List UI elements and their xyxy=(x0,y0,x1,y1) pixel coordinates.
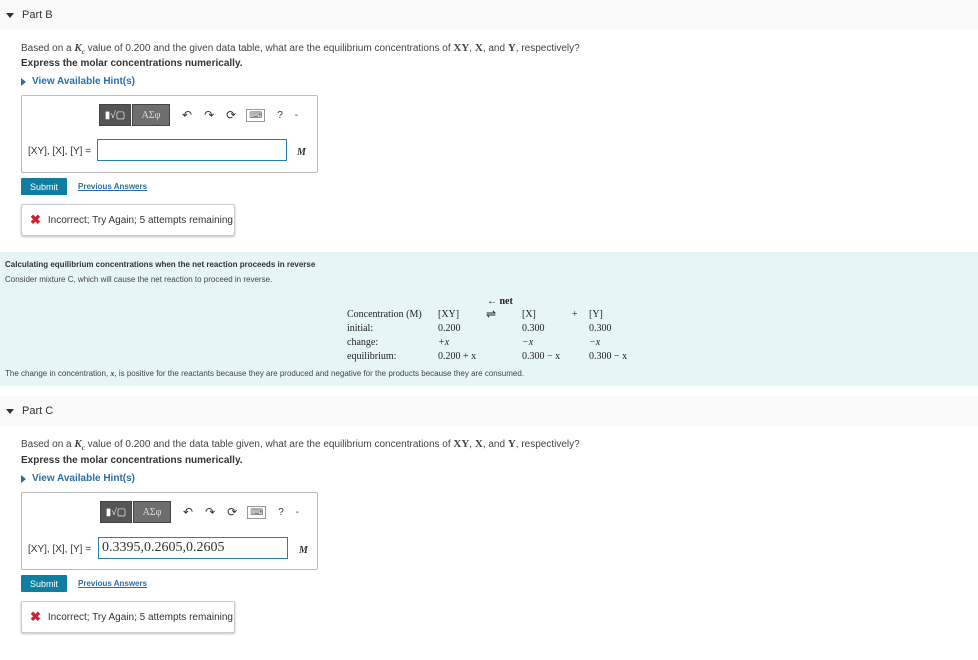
cell-equilibrium-xy: 0.200 + x xyxy=(438,351,477,362)
help-icon[interactable]: ? xyxy=(277,110,283,121)
net-direction-label: ← net xyxy=(487,296,513,307)
math-toolbar: ▮√▢ ΑΣφ ↶ ↷ ⟳ ⌨ ? - xyxy=(99,104,298,126)
unit-label: M xyxy=(297,147,306,158)
help-icon[interactable]: ? xyxy=(278,507,284,518)
row-label-change: change: xyxy=(347,337,379,348)
part-c-answer-box: ▮√▢ ΑΣφ ↶ ↷ ⟳ ⌨ ? - [XY], [X], [Y] = 0.3… xyxy=(21,492,318,570)
part-c-previous-answers-link[interactable]: Previous Answers xyxy=(78,579,147,588)
keyboard-icon[interactable]: ⌨ xyxy=(247,505,267,519)
reset-icon[interactable]: ⟳ xyxy=(226,108,236,122)
part-c-title: Part C xyxy=(22,405,54,417)
redo-icon[interactable]: ↷ xyxy=(204,108,214,122)
part-c-submit-button[interactable]: Submit xyxy=(21,575,67,592)
templates-button[interactable]: ▮√▢ xyxy=(99,104,131,126)
cell-initial-xy: 0.200 xyxy=(438,323,461,334)
row-label-initial: initial: xyxy=(347,323,374,334)
part-b-instruction: Express the molar concentrations numeric… xyxy=(21,58,243,69)
more-icon[interactable]: - xyxy=(295,110,298,121)
part-b-previous-answers-link[interactable]: Previous Answers xyxy=(78,182,147,191)
collapse-caret-icon xyxy=(6,408,14,414)
cell-equilibrium-x: 0.300 − x xyxy=(522,351,561,362)
greek-symbols-button[interactable]: ΑΣφ xyxy=(133,501,171,523)
part-b-answer-box: ▮√▢ ΑΣφ ↶ ↷ ⟳ ⌨ ? - [XY], [X], [Y] = M xyxy=(21,95,318,173)
table-header-concentration: Concentration (M) xyxy=(347,309,422,320)
table-header-y: [Y] xyxy=(589,309,603,320)
part-b-submit-button[interactable]: Submit xyxy=(21,178,67,195)
row-label-equilibrium: equilibrium: xyxy=(347,351,397,362)
part-b-answer-input[interactable] xyxy=(97,139,287,161)
redo-icon[interactable]: ↷ xyxy=(205,505,215,519)
answer-label: [XY], [X], [Y] = xyxy=(28,146,92,157)
part-b-header[interactable]: Part B xyxy=(0,0,978,30)
expand-caret-icon xyxy=(21,77,26,86)
reset-icon[interactable]: ⟳ xyxy=(227,505,237,519)
info-subtitle: Consider mixture C, which will cause the… xyxy=(5,275,273,284)
keyboard-icon[interactable]: ⌨ xyxy=(246,108,266,122)
info-panel: Calculating equilibrium concentrations w… xyxy=(0,252,978,386)
cell-change-y: −x xyxy=(589,337,601,348)
incorrect-x-icon: ✖ xyxy=(30,212,41,227)
incorrect-x-icon: ✖ xyxy=(30,609,41,624)
answer-label: [XY], [X], [Y] = xyxy=(28,544,92,555)
part-b-hint-link[interactable]: View Available Hint(s) xyxy=(21,76,135,87)
part-b-feedback: ✖ Incorrect; Try Again; 5 attempts remai… xyxy=(21,204,235,236)
part-b-title: Part B xyxy=(22,9,53,21)
expand-caret-icon xyxy=(21,474,26,483)
table-header-xy: [XY] xyxy=(438,309,460,320)
part-b-question: Based on a Kc value of 0.200 and the giv… xyxy=(21,42,580,56)
greek-symbols-button[interactable]: ΑΣφ xyxy=(132,104,170,126)
unit-label: M xyxy=(299,545,308,556)
undo-icon[interactable]: ↶ xyxy=(182,108,192,122)
part-c-answer-input[interactable]: 0.3395,0.2605,0.2605 xyxy=(98,537,288,559)
info-note: The change in concentration, x, is posit… xyxy=(5,369,524,378)
cell-initial-x: 0.300 xyxy=(522,323,545,334)
more-icon[interactable]: - xyxy=(296,507,299,518)
info-title: Calculating equilibrium concentrations w… xyxy=(5,260,316,269)
cell-equilibrium-y: 0.300 − x xyxy=(589,351,628,362)
part-c-feedback: ✖ Incorrect; Try Again; 5 attempts remai… xyxy=(21,601,235,633)
math-toolbar: ▮√▢ ΑΣφ ↶ ↷ ⟳ ⌨ ? - xyxy=(100,501,299,523)
cell-initial-y: 0.300 xyxy=(589,323,612,334)
templates-button[interactable]: ▮√▢ xyxy=(100,501,132,523)
part-c-instruction: Express the molar concentrations numeric… xyxy=(21,455,243,466)
table-header-x: [X] xyxy=(522,309,536,320)
part-c-header[interactable]: Part C xyxy=(0,396,978,426)
undo-icon[interactable]: ↶ xyxy=(183,505,193,519)
part-c-hint-link[interactable]: View Available Hint(s) xyxy=(21,473,135,484)
cell-change-x: −x xyxy=(522,337,534,348)
equilibrium-arrow: ⇌ xyxy=(486,307,497,321)
plus-sign: + xyxy=(572,309,578,320)
collapse-caret-icon xyxy=(6,12,14,18)
part-c-question: Based on a Kc value of 0.200 and the dat… xyxy=(21,438,580,452)
cell-change-xy: +x xyxy=(438,337,450,348)
